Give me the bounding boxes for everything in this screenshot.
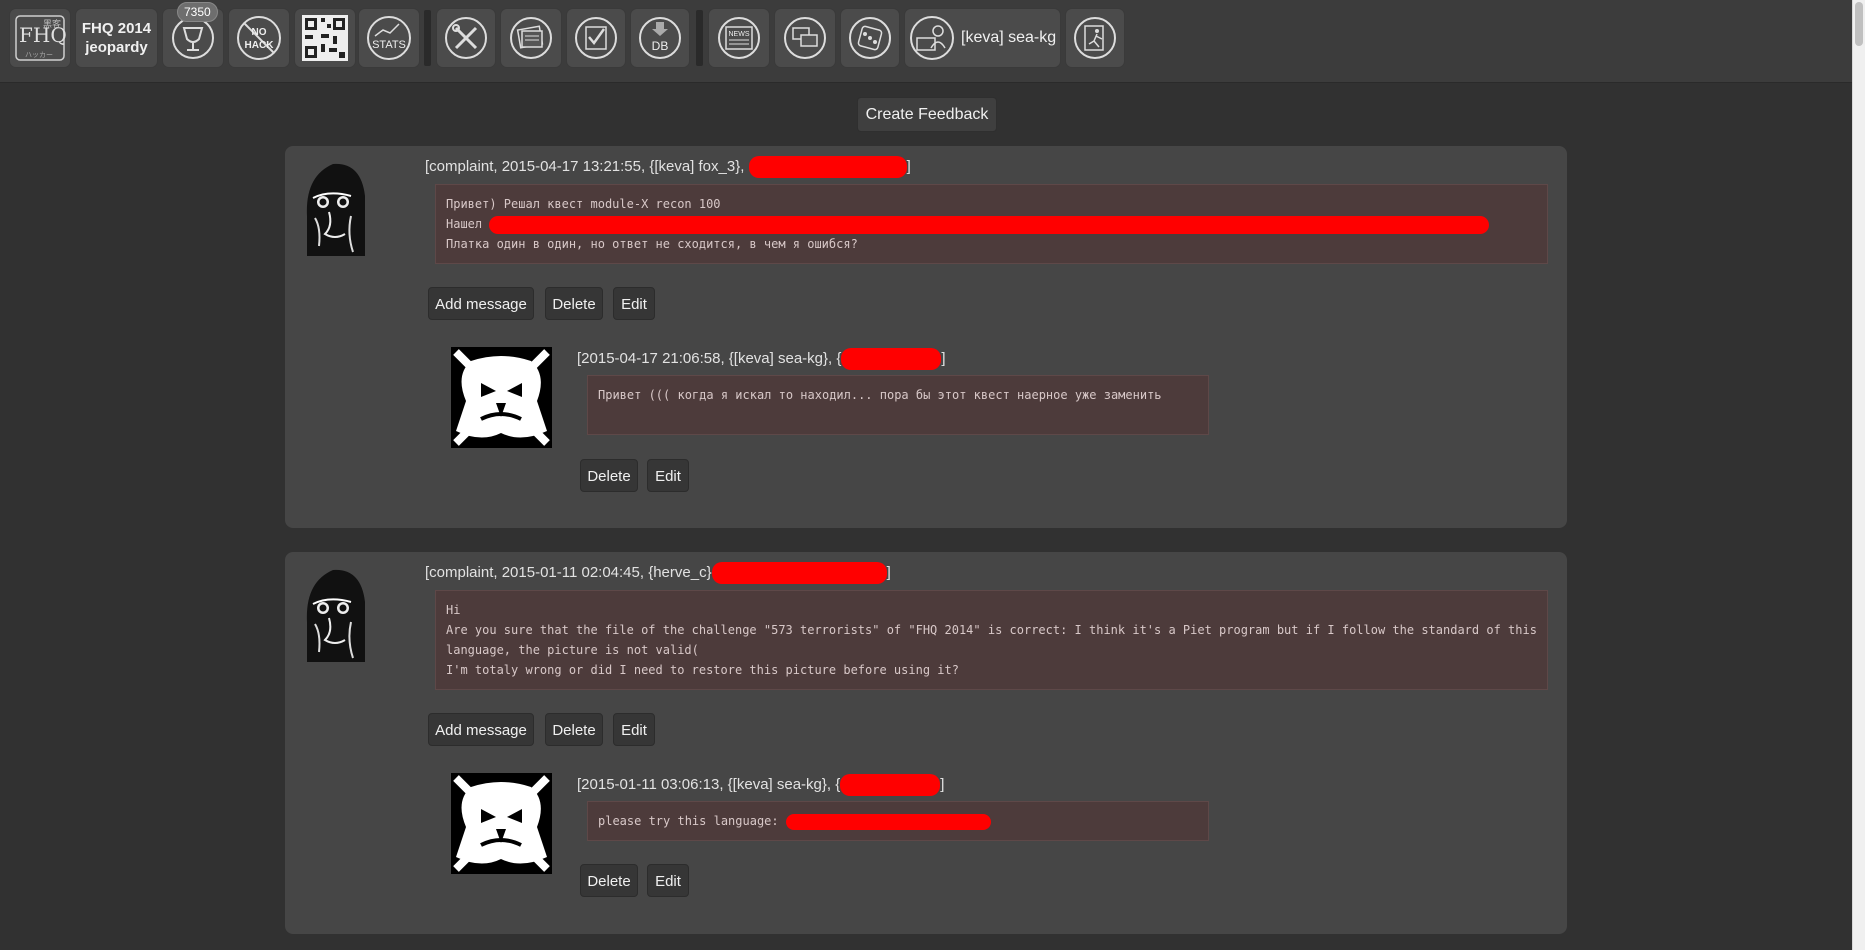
svg-text:STATS: STATS: [372, 39, 406, 51]
exit-icon: [1074, 17, 1116, 59]
qr-code-icon: [302, 15, 348, 61]
feedback-card: [complaint, 2015-01-11 02:04:45, {herve_…: [285, 552, 1567, 934]
reply-meta: [2015-01-11 03:06:13, {[keva] sea-kg}, {…: [577, 774, 944, 796]
user-icon: [910, 16, 954, 60]
svg-text:NO: NO: [252, 27, 267, 38]
edit-button[interactable]: Edit: [613, 287, 655, 320]
feedback-card: [complaint, 2015-04-17 13:21:55, {[keva]…: [285, 146, 1567, 528]
delete-button[interactable]: Delete: [545, 713, 603, 746]
brand-title: FHQ 2014: [81, 20, 152, 37]
reply-meta-close: ]: [941, 349, 946, 367]
message-line: I'm totaly wrong or did I need to restor…: [446, 663, 959, 677]
feedback-meta: [complaint, 2015-04-17 13:21:55, {[keva]…: [425, 156, 911, 178]
no-hack-button[interactable]: NO HACK: [228, 8, 290, 68]
message-line: Are you sure that the file of the challe…: [446, 623, 1545, 657]
feedback-meta-close: ]: [886, 563, 891, 581]
feedback-button[interactable]: [774, 8, 836, 68]
reply-meta-text: [2015-01-11 03:06:13, {[keva] sea-kg}, {: [577, 775, 841, 793]
delete-button[interactable]: Delete: [580, 864, 638, 897]
redaction-mark: [785, 813, 991, 830]
delete-button[interactable]: Delete: [580, 459, 638, 492]
database-icon: DB: [639, 17, 681, 59]
news-icon: NEWS: [718, 17, 760, 59]
add-message-button[interactable]: Add message: [428, 287, 534, 320]
score-badge: 7350: [177, 2, 218, 22]
message-line: Нашел: [446, 214, 1537, 234]
create-feedback-button[interactable]: Create Feedback: [857, 97, 997, 132]
redaction-mark: [489, 215, 1490, 234]
message-line: Платка один в один, но ответ не сходится…: [446, 237, 858, 251]
feedback-icon: [784, 17, 826, 59]
newspaper-stack-button[interactable]: [500, 8, 562, 68]
reply-meta-text: [2015-04-17 21:06:58, {[keva] sea-kg}, {: [577, 349, 842, 367]
message-line: Hi: [446, 603, 461, 617]
exit-button[interactable]: [1065, 8, 1125, 68]
svg-text:NEWS: NEWS: [729, 31, 750, 38]
redaction-mark: [711, 562, 887, 584]
stats-icon: STATS: [367, 16, 411, 60]
delete-button[interactable]: Delete: [545, 287, 603, 320]
news-button[interactable]: NEWS: [708, 8, 770, 68]
scrollbar-thumb[interactable]: [1855, 2, 1863, 46]
top-toolbar: FHQ 黑客 ハッカー FHQ 2014 jeopardy 7350 NO HA…: [0, 0, 1853, 83]
checklist-icon: [575, 17, 617, 59]
toolbar-separator: [424, 10, 431, 66]
page-scrollbar[interactable]: [1852, 0, 1865, 950]
feedback-meta-close: ]: [906, 157, 911, 175]
dice-button[interactable]: [840, 8, 900, 68]
redaction-mark: [841, 348, 942, 370]
message-line: Привет) Решал квест module-X recon 100: [446, 197, 721, 211]
feedback-meta-text: [complaint, 2015-04-17 13:21:55, {[keva]…: [425, 157, 749, 175]
stats-button[interactable]: STATS: [358, 8, 420, 68]
toolbar-separator: [696, 10, 703, 66]
reply-message: please try this language:: [587, 801, 1209, 841]
reply-message: Привет ((( когда я искал то находил... п…: [587, 375, 1209, 435]
author-avatar: [299, 562, 371, 662]
feedback-meta-text: [complaint, 2015-01-11 02:04:45, {herve_…: [425, 563, 712, 581]
checklist-button[interactable]: [566, 8, 626, 68]
qr-code-button[interactable]: [294, 8, 356, 68]
reply-meta-close: ]: [940, 775, 945, 793]
brand-subtitle: jeopardy: [85, 39, 148, 56]
dice-icon: [849, 17, 891, 59]
reply-avatar: [451, 773, 552, 874]
edit-button[interactable]: Edit: [613, 713, 655, 746]
fhq-logo-icon[interactable]: FHQ 黑客 ハッカー: [9, 8, 71, 68]
author-avatar: [299, 156, 371, 256]
feedback-message: Привет) Решал квест module-X recon 100 На…: [435, 184, 1548, 264]
tools-button[interactable]: [436, 8, 496, 68]
feedback-message: Hi Are you sure that the file of the chal…: [435, 590, 1548, 690]
newspaper-stack-icon: [510, 17, 552, 59]
svg-text:HACK: HACK: [245, 40, 275, 51]
add-message-button[interactable]: Add message: [428, 713, 534, 746]
tools-icon: [445, 17, 487, 59]
svg-text:DB: DB: [652, 39, 669, 53]
reply-meta: [2015-04-17 21:06:58, {[keva] sea-kg}, {…: [577, 348, 946, 370]
user-label: [keva] sea-kg: [961, 29, 1057, 46]
redaction-mark: [840, 774, 941, 796]
svg-text:黑客: 黑客: [43, 18, 61, 29]
trophy-button[interactable]: 7350: [162, 2, 224, 68]
redaction-mark: [748, 156, 907, 178]
user-button[interactable]: [keva] sea-kg: [904, 8, 1061, 68]
brand-button[interactable]: FHQ 2014 jeopardy: [75, 8, 158, 68]
feedback-meta: [complaint, 2015-01-11 02:04:45, {herve_…: [425, 562, 891, 584]
reply-avatar: [451, 347, 552, 448]
edit-button[interactable]: Edit: [647, 864, 689, 897]
svg-text:ハッカー: ハッカー: [25, 51, 53, 59]
database-button[interactable]: DB: [630, 8, 690, 68]
edit-button[interactable]: Edit: [647, 459, 689, 492]
no-hack-icon: NO HACK: [237, 16, 281, 60]
